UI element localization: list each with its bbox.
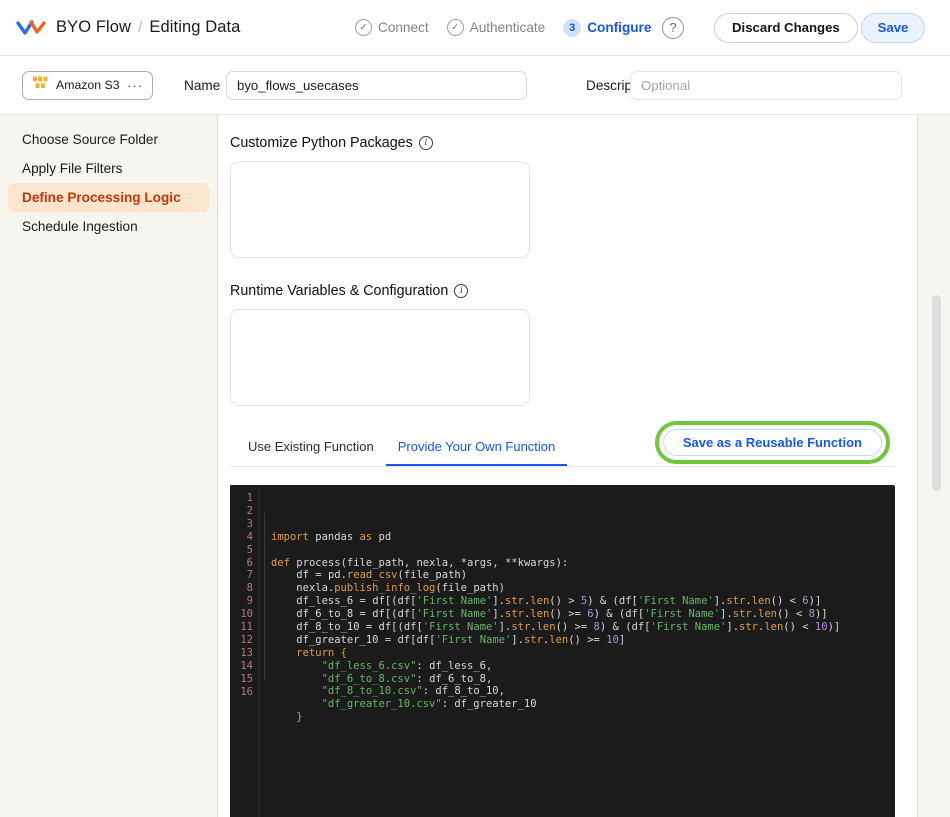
right-scroll-rail (918, 115, 950, 817)
discard-changes-button[interactable]: Discard Changes (714, 12, 858, 43)
step-configure[interactable]: 3 Configure (563, 18, 652, 37)
info-icon[interactable]: i (454, 284, 469, 298)
step-connect[interactable]: ✓ Connect (355, 19, 429, 36)
steps-sidebar: Choose Source Folder Apply File Filters … (0, 115, 218, 817)
indent-guide (264, 513, 265, 681)
main-content-panel: Customize Python Packages i Runtime Vari… (218, 115, 918, 817)
customize-python-packages-input[interactable] (230, 161, 530, 258)
source-connector-chip[interactable]: Amazon S3 ··· (22, 70, 153, 100)
function-tabs: Use Existing Function Provide Your Own F… (230, 421, 895, 467)
sidebar-item-define-processing-logic[interactable]: Define Processing Logic (8, 183, 209, 212)
runtime-variables-heading: Runtime Variables & Configuration i (230, 283, 895, 299)
code-line: } (296, 711, 303, 724)
line-number: 3 (246, 517, 253, 530)
name-input[interactable] (226, 70, 527, 100)
step-configure-label: Configure (587, 20, 652, 35)
help-icon[interactable]: ? (662, 16, 684, 39)
sidebar-item-schedule-ingestion[interactable]: Schedule Ingestion (8, 212, 209, 241)
sidebar-item-apply-file-filters[interactable]: Apply File Filters (8, 154, 209, 183)
line-number: 6 (246, 556, 253, 569)
info-icon[interactable]: i (418, 136, 433, 150)
editor-line-numbers: 1 2 3 4 5 6 7 8 9 10 11 12 13 14 15 16 (230, 485, 260, 817)
line-number: 4 (246, 530, 253, 543)
step-authenticate[interactable]: ✓ Authenticate (446, 19, 546, 36)
line-number: 11 (240, 621, 253, 634)
line-number: 16 (240, 685, 253, 698)
code-line: return { (296, 646, 347, 659)
more-options-icon[interactable]: ··· (127, 78, 143, 93)
amazon-s3-buckets-icon (32, 74, 49, 96)
green-annotation-ring: Save as a Reusable Function (654, 421, 890, 464)
vertical-scrollbar-thumb[interactable] (932, 295, 941, 491)
code-line: df = pd.read_csv(file_path) (296, 569, 468, 582)
step-number-badge: 3 (563, 18, 582, 37)
nexla-zigzag-logo-icon[interactable] (16, 15, 46, 41)
save-button[interactable]: Save (861, 12, 925, 43)
source-connector-name: Amazon S3 (56, 78, 120, 92)
code-line: df_6_to_8 = df[(df['First Name'].str.len… (296, 608, 828, 621)
line-number: 12 (240, 633, 253, 646)
line-number: 9 (246, 595, 253, 608)
runtime-variables-input[interactable] (230, 309, 530, 406)
line-number: 15 (240, 672, 253, 685)
breadcrumb-page: Editing Data (149, 18, 241, 36)
save-as-reusable-function-button[interactable]: Save as a Reusable Function (662, 429, 882, 456)
tab-provide-your-own-function[interactable]: Provide Your Own Function (385, 439, 568, 466)
code-line: def process(file_path, nexla, *args, **k… (271, 556, 569, 569)
line-number: 10 (240, 608, 253, 621)
code-line: "df_greater_10.csv": df_greater_10 (321, 698, 537, 711)
wizard-steps: ✓ Connect ✓ Authenticate 3 Configure (355, 18, 652, 37)
step-authenticate-label: Authenticate (469, 20, 546, 35)
code-line: "df_less_6.csv": df_less_6, (321, 659, 493, 672)
line-number: 14 (240, 659, 253, 672)
tab-use-existing-function[interactable]: Use Existing Function (236, 439, 386, 466)
breadcrumb-separator: / (138, 19, 143, 36)
top-header-bar: BYO Flow / Editing Data ✓ Connect ✓ Auth… (0, 0, 950, 56)
code-line: df_less_6 = df[(df['First Name'].str.len… (296, 595, 822, 608)
breadcrumb: BYO Flow / Editing Data (56, 18, 240, 37)
check-circle-icon: ✓ (446, 19, 464, 36)
editor-code-text[interactable]: import pandas as pd def process(file_pat… (260, 485, 895, 817)
breadcrumb-app[interactable]: BYO Flow (56, 18, 131, 37)
sidebar-item-choose-source-folder[interactable]: Choose Source Folder (8, 125, 209, 154)
page-body: Choose Source Folder Apply File Filters … (0, 115, 950, 817)
save-reusable-function-highlight: Save as a Reusable Function (654, 421, 890, 464)
code-line: "df_8_to_10.csv": df_8_to_10, (321, 685, 505, 698)
python-code-editor[interactable]: 1 2 3 4 5 6 7 8 9 10 11 12 13 14 15 16 i… (230, 485, 895, 817)
line-number: 2 (246, 504, 253, 517)
code-line: df_8_to_10 = df[(df['First Name'].str.le… (296, 620, 841, 633)
code-line: nexla.publish_info_log(file_path) (296, 582, 505, 595)
line-number: 7 (246, 569, 253, 582)
source-settings-bar: Amazon S3 ··· Name Description (0, 56, 950, 115)
customize-python-packages-heading: Customize Python Packages i (230, 135, 895, 151)
code-line: "df_6_to_8.csv": df_6_to_8, (321, 672, 493, 685)
line-number: 1 (246, 492, 253, 504)
code-line: import pandas as pd (271, 530, 392, 543)
line-number: 8 (246, 582, 253, 595)
check-circle-icon: ✓ (355, 19, 372, 36)
line-number: 5 (246, 543, 253, 556)
name-field-label: Name (184, 77, 221, 93)
runtime-variables-label: Runtime Variables & Configuration (230, 283, 449, 299)
line-number: 13 (240, 646, 253, 659)
description-input[interactable] (630, 70, 902, 100)
step-connect-label: Connect (378, 20, 429, 35)
customize-python-packages-label: Customize Python Packages (230, 135, 413, 151)
code-line: df_greater_10 = df[df['First Name'].str.… (296, 633, 626, 646)
